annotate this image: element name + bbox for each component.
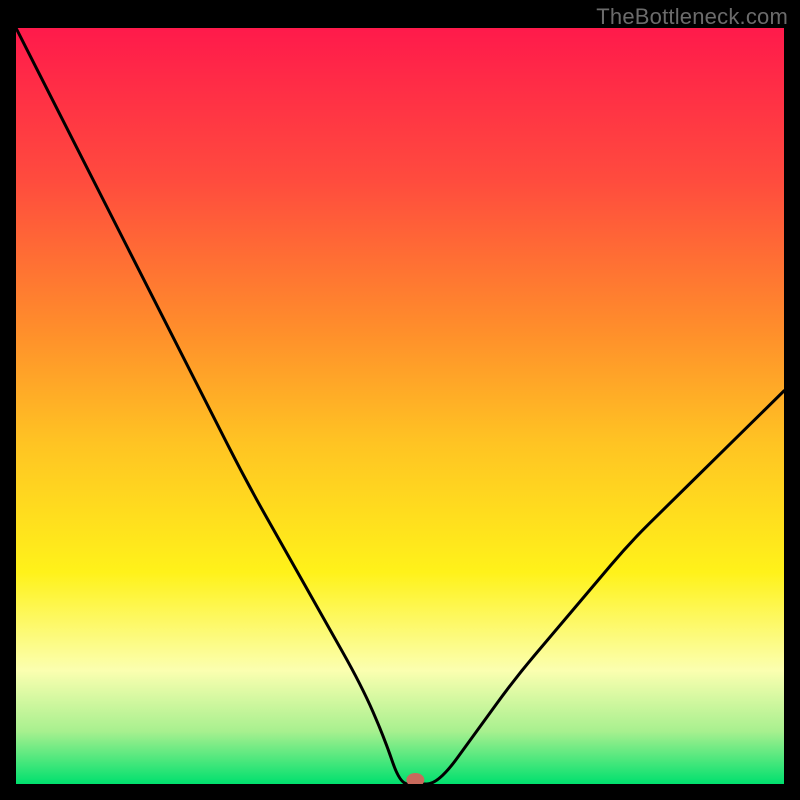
- bottleneck-curve-chart: [16, 28, 784, 784]
- gradient-background: [16, 28, 784, 784]
- chart-frame: TheBottleneck.com: [0, 0, 800, 800]
- watermark-label: TheBottleneck.com: [596, 4, 788, 30]
- plot-area: [16, 28, 784, 784]
